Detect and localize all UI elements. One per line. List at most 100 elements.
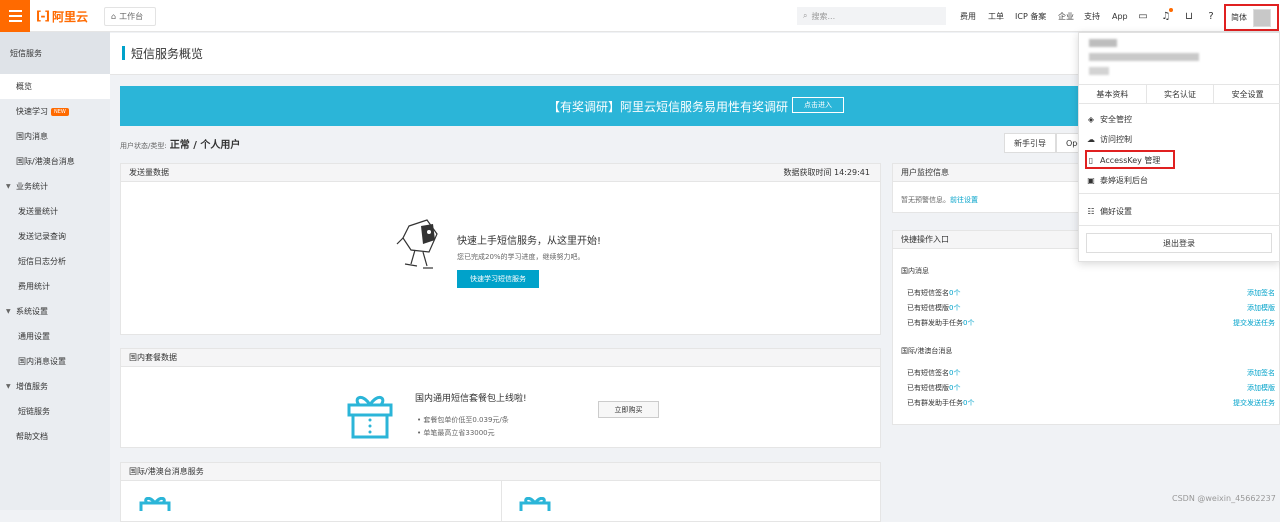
logo-text: 阿里云: [51, 9, 88, 24]
quick-row-count[interactable]: 0个: [949, 304, 960, 312]
nav-support[interactable]: 支持: [1084, 0, 1100, 32]
nav-fees[interactable]: 费用: [960, 0, 976, 32]
quick-action-link[interactable]: 添加签名: [1247, 288, 1275, 298]
logo-mark: [-]: [36, 9, 50, 23]
quick-action-link[interactable]: 添加模版: [1247, 303, 1275, 313]
sidebar-item[interactable]: 帮助文档: [0, 424, 110, 449]
package-bullet-text: 单笔最高立省33000元: [423, 429, 495, 437]
nav-app[interactable]: App: [1112, 0, 1128, 32]
sidebar-item-label: 国内消息: [16, 132, 48, 141]
buy-now-button[interactable]: 立即购买: [598, 401, 659, 418]
monitor-title: 用户监控信息: [901, 168, 949, 177]
menu-preferences-label: 偏好设置: [1100, 206, 1132, 216]
sidebar-item[interactable]: ▼ 增值服务: [0, 374, 110, 399]
account-id-redacted: [1089, 53, 1199, 61]
user-status-value: 正常 / 个人用户: [169, 140, 241, 151]
menu-security-control[interactable]: ◈ 安全管控: [1087, 112, 1132, 126]
quick-row-count[interactable]: 0个: [963, 319, 974, 327]
notification-dot: [1169, 8, 1173, 12]
rebate-icon: ▣: [1087, 175, 1095, 185]
bell-icon[interactable]: ♫: [1160, 8, 1173, 22]
nav-icp-label: ICP 备案: [1015, 11, 1047, 21]
nav-fees-label: 费用: [960, 11, 976, 21]
nav-ticket[interactable]: 工单: [988, 0, 1004, 32]
monitor-settings-link[interactable]: 前往设置: [950, 196, 978, 204]
package-headline: 国内通用短信套餐包上线啦!: [415, 394, 527, 404]
menu-access-control[interactable]: ☁ 访问控制: [1087, 132, 1132, 146]
menu-security-control-label: 安全管控: [1100, 114, 1132, 124]
sidebar-item[interactable]: 国际/港澳台消息: [0, 149, 110, 174]
monitor-text: 暂无预警信息。前往设置: [901, 195, 978, 205]
tab-basic-info[interactable]: 基本资料: [1079, 85, 1147, 103]
quick-row-count[interactable]: 0个: [949, 369, 960, 377]
quick-row-count[interactable]: 0个: [963, 399, 974, 407]
sidebar-item[interactable]: 发送记录查询: [0, 224, 110, 249]
chevron-down-icon: ▼: [6, 383, 11, 390]
quick-row-count[interactable]: 0个: [949, 289, 960, 297]
sidebar-item-label: 通用设置: [18, 332, 50, 341]
sidebar-item-label: 增值服务: [16, 382, 48, 391]
quick-row-label: 已有短信签名: [907, 369, 949, 377]
menu-icon[interactable]: [0, 0, 30, 32]
user-status: 用户状态/类型: 正常 / 个人用户: [120, 136, 240, 151]
help-icon[interactable]: ?: [1205, 10, 1217, 22]
sidebar-item-label: 系统设置: [16, 307, 48, 316]
language-switch[interactable]: 简体: [1231, 12, 1247, 23]
fetch-time: 数据获取时间 14:29:41: [783, 168, 870, 177]
banner-text: 【有奖调研】阿里云短信服务易用性有奖调研: [548, 100, 789, 114]
sidebar-item[interactable]: ▼ 系统设置: [0, 299, 110, 324]
sidebar-item[interactable]: 国内消息: [0, 124, 110, 149]
workbench-label: 工作台: [119, 12, 144, 21]
robot-illustration: [396, 219, 438, 269]
menu-rebate[interactable]: ▣ 泰婷返利后台: [1087, 173, 1148, 187]
divider: [1079, 225, 1280, 226]
nav-icp[interactable]: ICP 备案: [1015, 0, 1046, 32]
quick-row-count[interactable]: 0个: [949, 384, 960, 392]
quick-action-link[interactable]: 提交发送任务: [1233, 398, 1275, 408]
cloud-icon: ☁: [1087, 134, 1095, 144]
logo[interactable]: [-] 阿里云: [36, 8, 88, 24]
account-name-redacted: [1089, 39, 1117, 47]
quick-action-link[interactable]: 添加模版: [1247, 383, 1275, 393]
intl-service-header: 国际/港澳台消息服务: [121, 463, 880, 481]
tab-security[interactable]: 安全设置: [1214, 85, 1280, 103]
sidebar: 短信服务 概览 快速学习 NEW 国内消息 国际/港澳台消息 ▼ 业务统计 发送量统计 发送记录…: [0, 32, 110, 510]
sidebar-item[interactable]: 国内消息设置: [0, 349, 110, 374]
nav-app-label: App: [1112, 11, 1128, 21]
nav-enterprise[interactable]: 企业: [1058, 0, 1074, 32]
avatar[interactable]: [1253, 8, 1271, 27]
sidebar-item-label: 帮助文档: [16, 432, 48, 441]
workbench-button[interactable]: ⌂ 工作台: [104, 7, 156, 26]
sidebar-item-label: 短链服务: [18, 407, 50, 416]
logout-button[interactable]: 退出登录: [1086, 233, 1272, 253]
sidebar-item-label: 发送量统计: [18, 207, 58, 216]
beginner-guide-button[interactable]: 新手引导: [1004, 133, 1056, 153]
new-badge: NEW: [51, 107, 69, 116]
sidebar-item[interactable]: ▼ 业务统计: [0, 174, 110, 199]
quickstart-button[interactable]: 快速学习短信服务: [457, 270, 539, 288]
tab-real-name[interactable]: 实名认证: [1147, 85, 1215, 103]
banner-button[interactable]: 点击进入: [792, 97, 844, 113]
quick-action-link[interactable]: 提交发送任务: [1233, 318, 1275, 328]
chevron-down-icon: ▼: [6, 308, 11, 315]
quick-action-link[interactable]: 添加签名: [1247, 368, 1275, 378]
sidebar-item-label: 快速学习: [16, 107, 48, 116]
sidebar-item[interactable]: 短信日志分析: [0, 249, 110, 274]
search-input[interactable]: ⌕ 搜索...: [797, 7, 946, 25]
sidebar-item[interactable]: 概览: [0, 74, 110, 99]
quick-row: 已有群发助手任务0个: [907, 398, 974, 408]
account-area[interactable]: 简体: [1224, 4, 1279, 31]
package-bullet: • 单笔最高立省33000元: [417, 429, 495, 437]
intl-service-card: 国际/港澳台消息服务: [120, 462, 881, 522]
monitor-message: 暂无预警信息。: [901, 196, 950, 204]
terminal-icon[interactable]: ▭: [1137, 10, 1149, 22]
sidebar-item[interactable]: 通用设置: [0, 324, 110, 349]
menu-preferences[interactable]: ☷ 偏好设置: [1087, 204, 1132, 218]
cart-icon[interactable]: ⊔: [1183, 10, 1195, 22]
sidebar-item[interactable]: 费用统计: [0, 274, 110, 299]
menu-rebate-label: 泰婷返利后台: [1100, 175, 1148, 185]
sidebar-item[interactable]: 短链服务: [0, 399, 110, 424]
sidebar-item[interactable]: 发送量统计: [0, 199, 110, 224]
watermark: CSDN @weixin_45662237: [1172, 494, 1276, 503]
sidebar-item[interactable]: 快速学习 NEW: [0, 99, 110, 124]
